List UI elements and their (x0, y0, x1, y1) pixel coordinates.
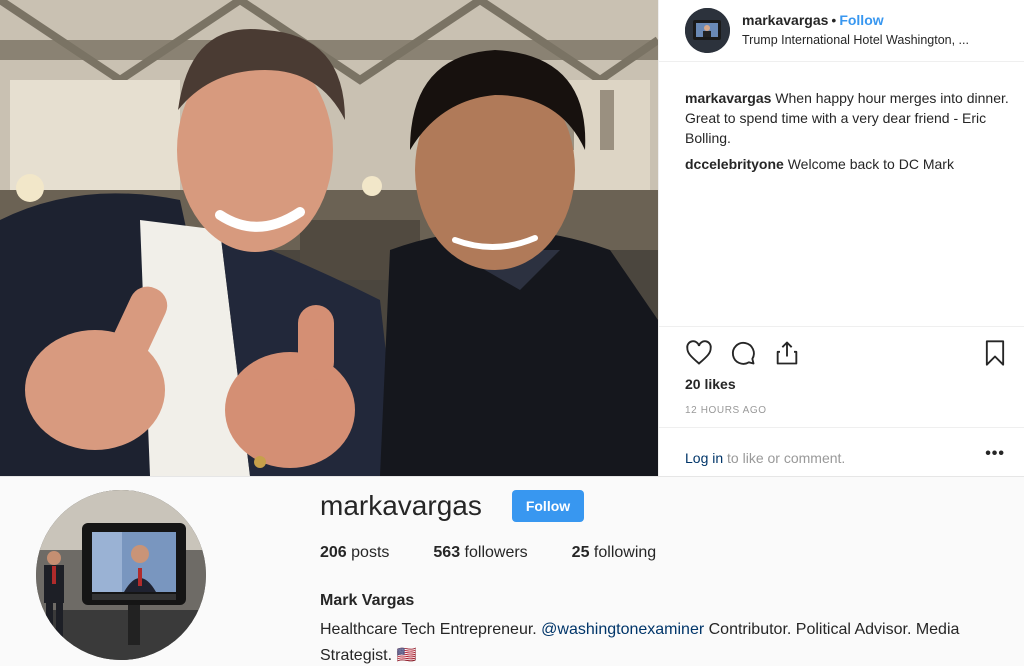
profile-header: markavargas Follow 206 posts 563 followe… (0, 476, 1024, 666)
profile-avatar[interactable] (36, 490, 206, 660)
stat-label: following (589, 544, 657, 561)
header-follow-button[interactable]: Follow (839, 12, 883, 28)
login-prompt-text: to like or comment. (723, 450, 846, 466)
us-flag-icon: 🇺🇸 (396, 647, 417, 664)
post-timestamp[interactable]: 12 HOURS AGO (685, 405, 767, 416)
profile-username: markavargas (320, 490, 482, 521)
post-location[interactable]: Trump International Hotel Washington, ..… (742, 33, 969, 49)
post-side-panel: markavargas • Follow Trump International H… (658, 0, 1024, 476)
action-icon-row (685, 339, 1011, 369)
heart-icon[interactable] (685, 339, 715, 369)
stat-label: followers (460, 544, 528, 561)
instagram-post: markavargas • Follow Trump International H… (0, 0, 1024, 476)
stat-label: posts (346, 544, 390, 561)
comment-text: Welcome back to DC Mark (787, 156, 954, 172)
followers-count[interactable]: 563 followers (433, 544, 527, 562)
comments-list: markavargas When happy hour merges into … (685, 88, 1015, 180)
stat-count: 206 (320, 544, 347, 561)
profile-bio: Healthcare Tech Entrepreneur. @washingto… (320, 617, 1010, 666)
bookmark-icon[interactable] (981, 339, 1011, 369)
login-link[interactable]: Log in (685, 450, 723, 466)
caption-comment: markavargas When happy hour merges into … (685, 88, 1015, 148)
post-header: markavargas • Follow Trump International H… (659, 0, 1024, 62)
bio-mention-link[interactable]: @washingtonexaminer (541, 621, 704, 638)
profile-full-name: Mark Vargas (320, 592, 415, 609)
list-item: dccelebrityone Welcome back to DC Mark (685, 154, 1015, 174)
post-actions: 20 likes 12 HOURS AGO Log in to like or … (659, 326, 1024, 476)
more-options-icon[interactable]: ••• (985, 445, 1005, 463)
following-count[interactable]: 25 following (572, 544, 657, 562)
login-prompt: Log in to like or comment. (685, 450, 845, 466)
share-icon[interactable] (773, 339, 803, 369)
profile-follow-button[interactable]: Follow (512, 490, 584, 522)
stat-count: 25 (571, 544, 590, 561)
comment-icon[interactable] (729, 339, 759, 369)
posts-count[interactable]: 206 posts (320, 544, 389, 562)
separator-dot: • (831, 12, 837, 29)
post-photo[interactable] (0, 0, 658, 476)
comment-username[interactable]: dccelebrityone (685, 156, 784, 172)
post-author-username[interactable]: markavargas (742, 12, 828, 28)
stat-count: 563 (433, 544, 461, 561)
post-header-text: markavargas • Follow Trump International H… (742, 12, 969, 48)
likes-count[interactable]: 20 likes (685, 376, 736, 392)
comment-username[interactable]: markavargas (685, 90, 771, 106)
selfie-illustration (0, 0, 658, 476)
login-prompt-row: Log in to like or comment. ••• (659, 427, 1024, 477)
post-author-avatar[interactable] (685, 8, 730, 53)
profile-stats: 206 posts 563 followers 25 following (320, 544, 700, 562)
bio-text: Healthcare Tech Entrepreneur. (320, 621, 542, 638)
